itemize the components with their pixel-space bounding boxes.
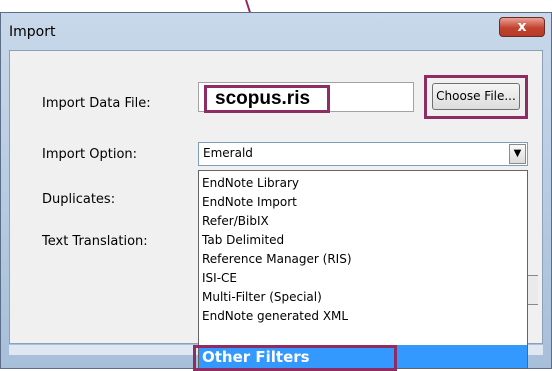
- choose-file-button[interactable]: Choose File...: [432, 83, 520, 110]
- chevron-down-icon: ▼: [513, 148, 522, 159]
- option-isi-ce[interactable]: ISI-CE: [199, 269, 527, 288]
- import-option-select[interactable]: Emerald ▼: [198, 142, 528, 166]
- close-icon: x: [517, 19, 527, 35]
- dropdown-button[interactable]: ▼: [509, 144, 526, 164]
- choose-file-highlight: Choose File...: [424, 75, 528, 119]
- import-option-label: Import Option:: [42, 147, 138, 162]
- option-endnote-xml[interactable]: EndNote generated XML: [199, 307, 527, 326]
- option-multi-filter[interactable]: Multi-Filter (Special): [199, 288, 527, 307]
- option-tab-delimited[interactable]: Tab Delimited: [199, 231, 527, 250]
- dialog-title: Import: [9, 24, 56, 40]
- text-translation-label: Text Translation:: [42, 234, 148, 249]
- option-endnote-library[interactable]: EndNote Library: [199, 174, 527, 193]
- close-button[interactable]: x: [499, 17, 545, 37]
- option-reference-manager-ris[interactable]: Reference Manager (RIS): [199, 250, 527, 269]
- import-option-value: Emerald: [203, 146, 253, 160]
- option-endnote-import[interactable]: EndNote Import: [199, 193, 527, 212]
- option-refer-bibix[interactable]: Refer/BibIX: [199, 212, 527, 231]
- title-bar[interactable]: Import x: [1, 13, 551, 50]
- import-data-file-label: Import Data File:: [42, 96, 151, 111]
- import-option-list[interactable]: EndNote Library EndNote Import Refer/Bib…: [198, 170, 528, 369]
- duplicates-label: Duplicates:: [42, 192, 116, 207]
- file-name-value[interactable]: scopus.ris: [204, 85, 330, 113]
- other-filters-highlight: [193, 345, 397, 371]
